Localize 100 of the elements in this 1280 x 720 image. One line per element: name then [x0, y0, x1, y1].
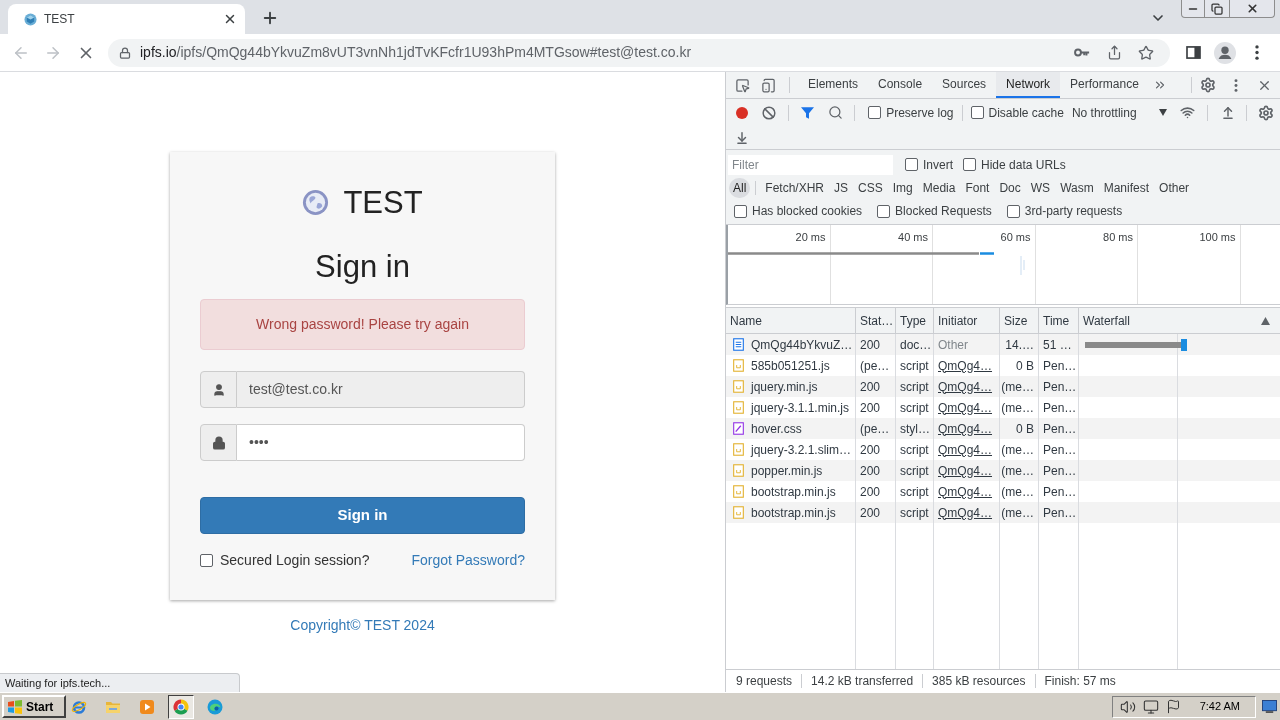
file-name: jquery-3.2.1.slim…	[751, 441, 852, 459]
type-filter[interactable]: Doc	[995, 178, 1025, 198]
settings-icon	[1200, 77, 1216, 93]
brand-name: TEST	[343, 186, 423, 218]
initiator-link[interactable]: QmQg4…	[938, 503, 992, 522]
caret-icon	[1159, 109, 1168, 116]
initiator-link[interactable]: QmQg4…	[938, 398, 992, 417]
swirl-icon	[207, 698, 223, 715]
monitor-icon[interactable]	[1142, 698, 1159, 715]
type-filter[interactable]: Fetch/XHR	[761, 178, 829, 198]
timeline-tick: 100 ms	[1199, 230, 1236, 243]
initiator-link[interactable]: QmQg4…	[938, 482, 992, 501]
initiator-cell-text: Other	[938, 336, 968, 354]
request-row[interactable]: bootstrap.min.js 200 script QmQg4… (me… Pen…	[726, 502, 1280, 523]
checkbox[interactable]	[200, 553, 213, 567]
key-icon	[1074, 48, 1090, 57]
logo-icon	[7, 698, 23, 715]
column-header[interactable]: Size	[1000, 308, 1039, 333]
email-field[interactable]: test@test.co.kr	[237, 371, 525, 408]
column-header[interactable]: Initiator	[934, 308, 1000, 333]
type-filter[interactable]: WS	[1026, 178, 1055, 198]
column-header[interactable]: Time	[1039, 308, 1079, 333]
checkbox[interactable]	[868, 106, 882, 119]
initiator-link[interactable]: QmQg4…	[938, 419, 992, 438]
menu-icon	[1255, 45, 1259, 60]
lock-icon	[119, 46, 131, 59]
copyright-link[interactable]: Copyright© TEST 2024	[290, 615, 435, 635]
url-text: ipfs.io/ipfs/QmQg44bYkvuZm8vUT3vnNh1jdTvKFcfr1U93hPm4MTGsow#test@test.co.kr	[140, 43, 693, 62]
script-file-icon	[733, 380, 744, 393]
checkbox-label: Has blocked cookies	[752, 203, 863, 220]
tricolor-circle-icon	[173, 698, 189, 715]
timeline-tick: 40 ms	[898, 230, 928, 243]
type-filter[interactable]: CSS	[854, 178, 887, 198]
type-filter[interactable]: Font	[961, 178, 994, 198]
initiator-link[interactable]: QmQg4…	[938, 356, 992, 375]
download-icon	[735, 130, 749, 145]
flag-icon[interactable]	[1165, 699, 1181, 714]
sign-in-button[interactable]: Sign in	[200, 497, 525, 534]
download-segment	[1181, 338, 1188, 351]
devtools-tab[interactable]: Sources	[932, 72, 997, 98]
taskbar-app[interactable]	[168, 694, 194, 719]
request-row[interactable]: QmQg44bYkvuZ… 200 doc… Other 14.… 51 …	[726, 334, 1280, 355]
checkbox-label: Invert	[923, 156, 953, 174]
status-cell: 200	[856, 502, 896, 523]
checkbox[interactable]	[970, 106, 984, 119]
error-alert: Wrong password! Please try again	[200, 299, 525, 350]
device-icon	[760, 77, 776, 93]
start-button[interactable]: Start	[2, 695, 66, 718]
round-logo-icon	[24, 12, 37, 26]
checkbox[interactable]	[963, 158, 976, 171]
initiator-link[interactable]: QmQg4…	[938, 377, 992, 396]
avatar-icon	[1214, 41, 1236, 64]
checkbox[interactable]	[905, 158, 918, 171]
checkbox-label: Blocked Requests	[895, 203, 992, 220]
devtools-tab[interactable]: Performance	[1060, 72, 1149, 98]
request-row[interactable]: jquery.min.js 200 script QmQg4… (me… Pen…	[726, 376, 1280, 397]
column-header[interactable]: Name	[726, 308, 856, 333]
script-file-icon	[733, 443, 744, 456]
initiator-link[interactable]: QmQg4…	[938, 461, 992, 480]
file-name: 585b051251.js	[751, 357, 830, 375]
type-filter[interactable]: Manifest	[1099, 178, 1154, 198]
column-header[interactable]: Stat…	[856, 308, 896, 333]
type-filter[interactable]: Other	[1155, 178, 1194, 198]
devtools-tab[interactable]: Console	[868, 72, 933, 98]
speaker-icon[interactable]	[1119, 698, 1136, 715]
filter-field[interactable]: Filter	[728, 154, 893, 175]
password-field[interactable]: ••••	[237, 424, 525, 461]
devtools-tab[interactable]: Elements	[798, 72, 869, 98]
type-filter[interactable]: Wasm	[1056, 178, 1098, 198]
document-icon	[733, 338, 744, 351]
side-panel-icon	[1185, 46, 1201, 59]
globe-icon	[302, 188, 330, 216]
inspect-icon	[734, 77, 750, 93]
status-bubble: Waiting for ipfs.tech...	[0, 673, 240, 692]
clock: 7:42 AM	[1199, 699, 1240, 715]
lock-icon	[211, 435, 226, 450]
checkbox[interactable]	[877, 204, 891, 218]
filter-icon	[801, 106, 815, 119]
type-filter[interactable]: Img	[888, 178, 917, 198]
type-filter[interactable]: Media	[918, 178, 960, 198]
script-file-icon	[733, 485, 744, 498]
devtools-tab[interactable]: Network	[996, 72, 1061, 98]
type-filter[interactable]: JS	[830, 178, 853, 198]
checkbox[interactable]	[734, 204, 747, 218]
file-name: popper.min.js	[751, 462, 823, 480]
forgot-password-link[interactable]: Forgot Password?	[411, 549, 525, 571]
close-icon	[223, 12, 237, 26]
request-row[interactable]: popper.min.js 200 script QmQg4… (me… Pen…	[726, 460, 1280, 481]
column-header[interactable]: Waterfall	[1079, 308, 1280, 333]
column-header[interactable]: Type	[896, 308, 934, 333]
checkbox[interactable]	[1006, 204, 1020, 218]
throttling-select[interactable]: No throttling	[1071, 101, 1174, 124]
address-bar[interactable]: ipfs.io/ipfs/QmQg44bYkvuZm8vUT3vnNh1jdTvKFcfr1U93hPm4MTGsow#test@test.co.kr	[108, 38, 1170, 67]
request-row[interactable]: hover.css (pe… styl… QmQg4… 0 B Pen…	[726, 418, 1280, 439]
restore-icon	[1211, 2, 1223, 15]
type-filter[interactable]: All	[729, 178, 751, 198]
summary-text: Finish: 57 ms	[1044, 673, 1116, 690]
initiator-link[interactable]: QmQg4…	[938, 440, 992, 459]
browser-tab[interactable]: TEST	[8, 4, 245, 34]
size-cell: (me…	[1000, 502, 1039, 523]
